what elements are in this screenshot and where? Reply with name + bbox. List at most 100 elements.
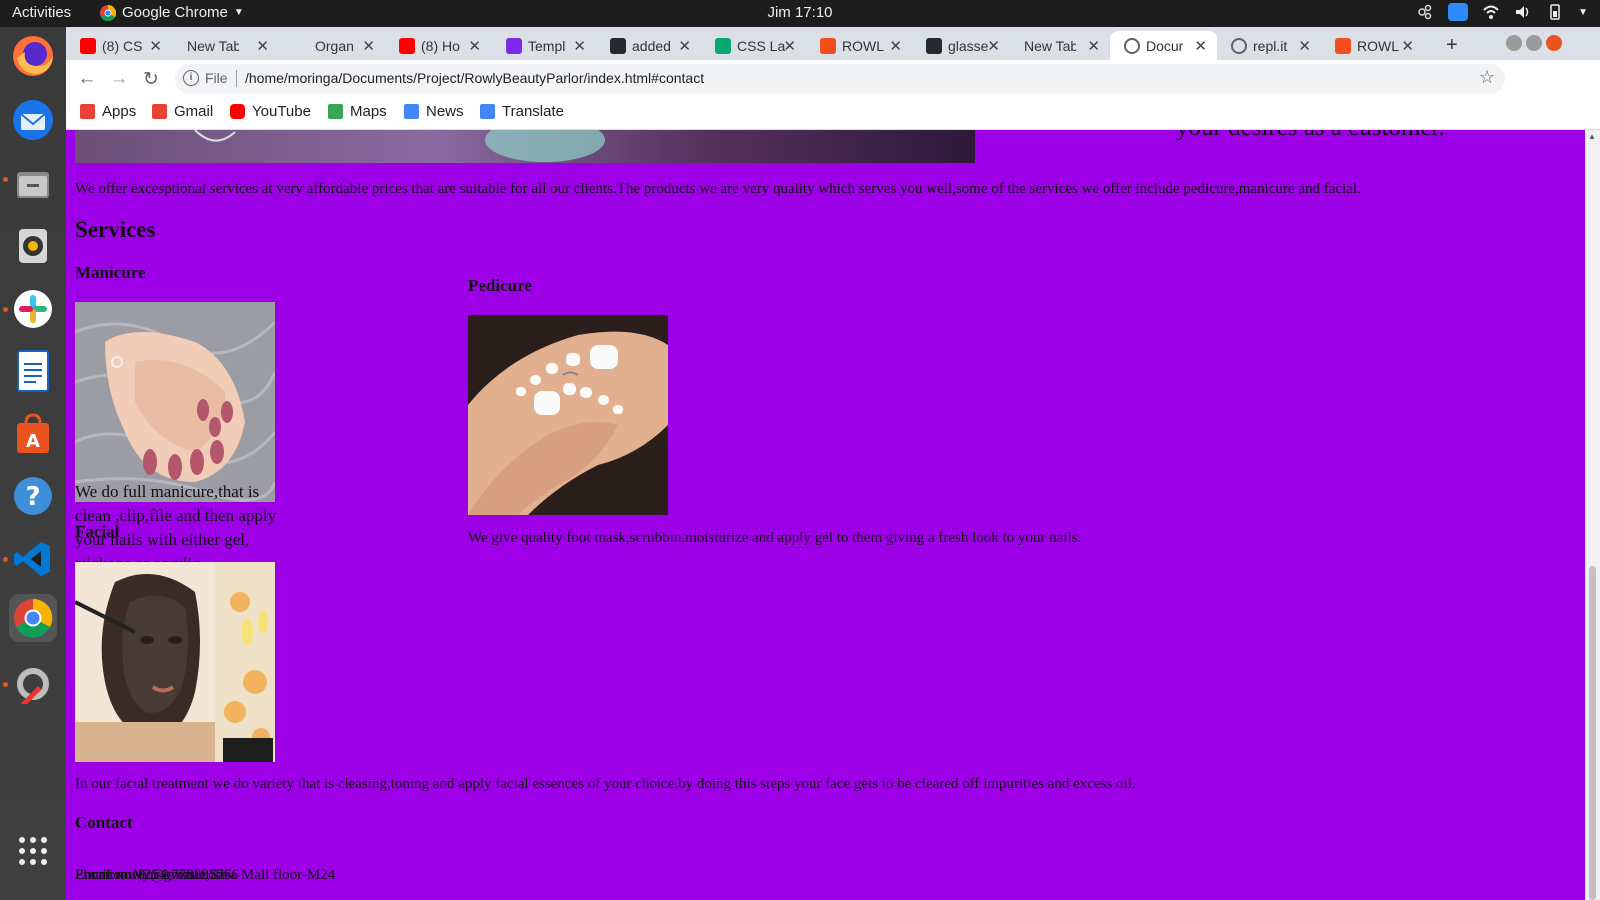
tab-13[interactable]: ROWL ✕ <box>1321 31 1424 60</box>
canva-icon <box>506 37 522 54</box>
tab-12[interactable]: repl.it ✕ <box>1217 31 1321 60</box>
address-url[interactable]: /home/moringa/Documents/Project/RowlyBea… <box>245 70 704 86</box>
tab-title: CSS La <box>737 37 786 54</box>
svg-text:A: A <box>26 431 40 452</box>
app-menu[interactable]: Google Chrome ▼ <box>100 4 244 21</box>
vscode-icon[interactable] <box>9 535 57 583</box>
close-tab-icon[interactable]: ✕ <box>362 37 375 55</box>
help-icon[interactable]: ? <box>9 472 57 520</box>
close-tab-icon[interactable]: ✕ <box>1194 37 1207 55</box>
software-center-icon[interactable]: A <box>9 410 57 458</box>
tab-4[interactable]: (8) Ho ✕ <box>385 31 491 60</box>
slack-icon[interactable] <box>9 285 57 333</box>
battery-icon[interactable] <box>1546 3 1564 21</box>
maps-icon <box>328 104 343 119</box>
replit-icon <box>1231 37 1247 54</box>
bookmark-maps[interactable]: Maps <box>328 103 387 120</box>
svg-text:?: ? <box>25 482 40 512</box>
tab-5[interactable]: Templ ✕ <box>492 31 596 60</box>
facial-text: In our facial treatment we do variety th… <box>75 776 1136 792</box>
tab-title: Organ <box>315 37 354 54</box>
back-arrow-icon[interactable]: ← <box>75 67 99 91</box>
close-tab-icon[interactable]: ✕ <box>889 37 902 55</box>
tab-3[interactable]: Organ ✕ <box>279 31 385 60</box>
chevron-down-icon[interactable]: ▼ <box>1578 7 1588 18</box>
close-tab-icon[interactable]: ✕ <box>1298 37 1311 55</box>
web-page: your desires as a customer. We offer exc… <box>66 130 1585 900</box>
close-tab-icon[interactable]: ✕ <box>783 37 796 55</box>
close-tab-icon[interactable]: ✕ <box>1087 37 1100 55</box>
bookmark-apps[interactable]: Apps <box>80 103 136 120</box>
tab-1[interactable]: (8) CS ✕ <box>66 31 172 60</box>
browser-toolbar: ← → ↻ i File /home/moringa/Documents/Pro… <box>66 60 1600 97</box>
tab-9[interactable]: glasse ✕ <box>912 31 1010 60</box>
page-scrollbar[interactable]: ▲ <box>1585 130 1600 900</box>
tab-7[interactable]: CSS La ✕ <box>701 31 806 60</box>
bookmark-news[interactable]: News <box>404 103 464 120</box>
tab-strip: (8) CS ✕ New Tab ✕ Organ ✕ (8) Ho ✕ Templ ✕ added ✕… <box>66 27 1600 60</box>
zoom-tray-icon[interactable] <box>1448 3 1469 21</box>
forward-arrow-icon[interactable]: → <box>107 67 131 91</box>
tab-title: added <box>632 37 671 54</box>
tab-8[interactable]: ROWL ✕ <box>806 31 912 60</box>
address-scheme: File <box>205 70 228 86</box>
dock: A ? <box>0 27 66 900</box>
bookmark-gmail[interactable]: Gmail <box>152 103 213 120</box>
github-icon <box>610 37 626 54</box>
activities-button[interactable]: Activities <box>12 4 71 21</box>
settings-tool-icon[interactable] <box>9 660 57 708</box>
minimize-window-icon[interactable] <box>1506 35 1522 51</box>
pedicure-heading: Pedicure <box>468 276 532 295</box>
info-icon[interactable]: i <box>183 70 199 86</box>
close-tab-icon[interactable]: ✕ <box>573 37 586 55</box>
figma-icon <box>820 37 836 54</box>
new-tab-plus-icon[interactable]: + <box>1432 31 1458 60</box>
address-bar[interactable]: i File /home/moringa/Documents/Project/R… <box>175 64 1505 94</box>
figma-icon <box>1335 37 1351 54</box>
maximize-window-icon[interactable] <box>1526 35 1542 51</box>
tab-title: New Tab <box>187 37 239 54</box>
tab-title: (8) CS <box>102 37 143 54</box>
show-applications-icon[interactable] <box>9 827 57 875</box>
tab-title: Templ <box>528 37 566 54</box>
tab-title: Docur <box>1146 37 1184 54</box>
tab-10[interactable]: New Tab ✕ <box>1010 31 1110 60</box>
firefox-icon[interactable] <box>9 32 57 80</box>
apps-grid-icon <box>80 104 95 119</box>
writer-document-icon[interactable] <box>9 347 57 395</box>
close-tab-icon[interactable]: ✕ <box>149 37 162 55</box>
scroll-up-icon[interactable]: ▲ <box>1588 132 1596 141</box>
volume-icon[interactable] <box>1514 3 1532 21</box>
close-window-icon[interactable] <box>1546 35 1562 51</box>
pedicure-image <box>468 315 668 515</box>
intro-paragraph: We offer excesptional services at very a… <box>75 181 1361 197</box>
gmail-icon <box>152 104 167 119</box>
chrome-dock-icon[interactable] <box>9 594 57 642</box>
bookmark-translate[interactable]: Translate <box>480 103 564 120</box>
close-tab-icon[interactable]: ✕ <box>468 37 481 55</box>
bookmark-star-icon[interactable]: ☆ <box>1479 67 1495 88</box>
close-tab-icon[interactable]: ✕ <box>256 37 269 55</box>
manicure-image <box>75 302 275 502</box>
system-top-bar: Activities Google Chrome ▼ Jim 17:10 ▼ <box>0 0 1600 27</box>
scrollbar-thumb[interactable] <box>1589 566 1596 900</box>
thunderbird-icon[interactable] <box>9 96 57 144</box>
close-tab-icon[interactable]: ✕ <box>1401 37 1414 55</box>
tab-title: (8) Ho <box>421 37 460 54</box>
tab-2[interactable]: New Tab ✕ <box>173 31 279 60</box>
close-tab-icon[interactable]: ✕ <box>678 37 691 55</box>
tab-6[interactable]: added ✕ <box>596 31 701 60</box>
bookmark-youtube[interactable]: YouTube <box>230 103 311 120</box>
close-tab-icon[interactable]: ✕ <box>987 37 1000 55</box>
translate-icon <box>480 104 495 119</box>
tab-11[interactable]: Docur ✕ <box>1110 31 1217 60</box>
bluetooth-tray-icon[interactable] <box>1416 3 1434 21</box>
contact-email: Email:rowly@gmail.com <box>75 867 228 883</box>
rhythmbox-icon[interactable] <box>9 222 57 270</box>
system-tray[interactable]: ▼ <box>1416 3 1588 21</box>
tab-title: repl.it <box>1253 37 1288 54</box>
bookmark-label: YouTube <box>252 103 311 120</box>
reload-icon[interactable]: ↻ <box>139 67 163 91</box>
files-icon[interactable] <box>9 160 57 208</box>
wifi-icon[interactable] <box>1482 3 1500 21</box>
